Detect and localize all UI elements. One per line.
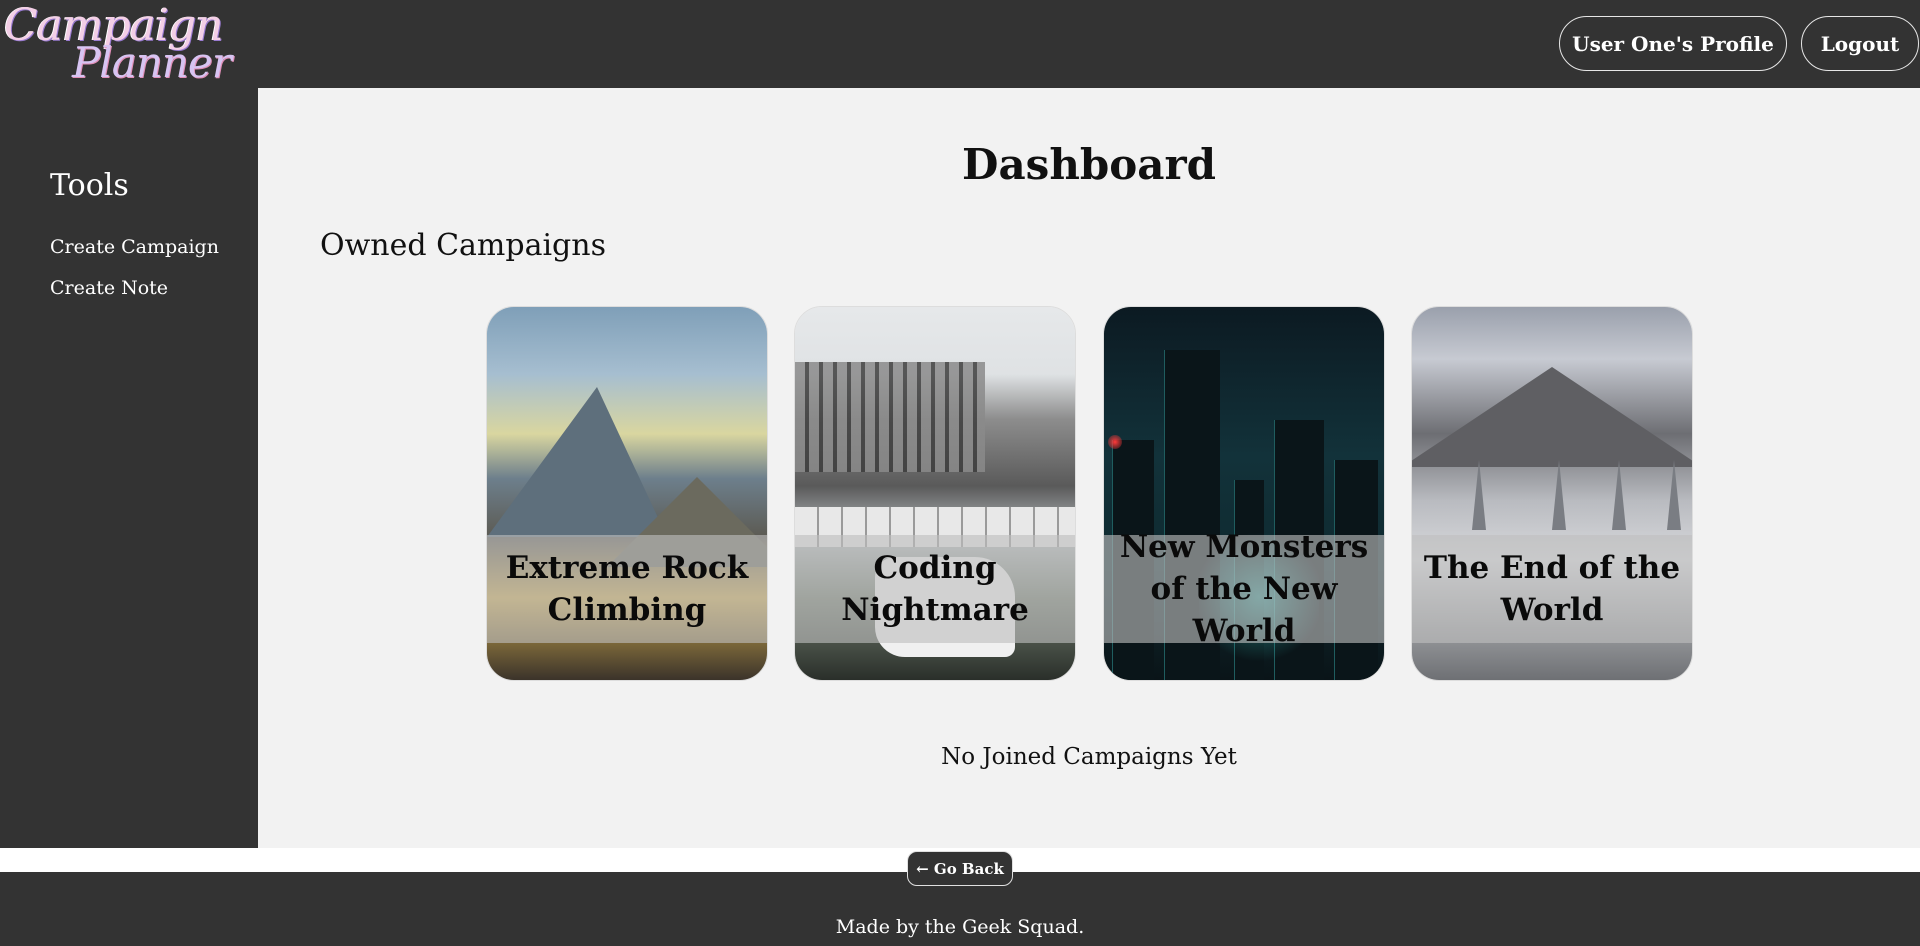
top-header: Campaign Planner User One's Profile Logo… — [0, 0, 1920, 88]
owned-campaigns-heading: Owned Campaigns — [320, 228, 606, 263]
campaign-card[interactable]: Coding Nightmare — [794, 306, 1076, 681]
campaign-title: The End of the World — [1412, 535, 1692, 643]
go-back-button[interactable]: ← Go Back — [907, 851, 1013, 886]
profile-button[interactable]: User One's Profile — [1559, 16, 1787, 71]
logo-text-line2: Planner — [72, 38, 232, 87]
logout-button[interactable]: Logout — [1801, 16, 1919, 71]
sidebar-link-create-campaign[interactable]: Create Campaign — [50, 236, 219, 258]
no-joined-campaigns-message: No Joined Campaigns Yet — [941, 744, 1237, 770]
campaign-title: New Monsters of the New World — [1104, 529, 1384, 649]
footer-credit: Made by the Geek Squad. — [835, 916, 1085, 938]
campaign-card[interactable]: New Monsters of the New World — [1103, 306, 1385, 681]
campaign-title: Coding Nightmare — [795, 535, 1075, 643]
campaign-card[interactable]: The End of the World — [1411, 306, 1693, 681]
campaign-title: Extreme Rock Climbing — [487, 535, 767, 643]
campaign-card[interactable]: Extreme Rock Climbing — [486, 306, 768, 681]
app-logo[interactable]: Campaign Planner — [2, 0, 232, 88]
page-title: Dashboard — [962, 140, 1216, 189]
sidebar-link-create-note[interactable]: Create Note — [50, 277, 168, 299]
sidebar: Tools Create Campaign Create Note — [0, 88, 258, 848]
sidebar-title: Tools — [50, 168, 129, 203]
main-content: Dashboard Owned Campaigns Extreme Rock C… — [258, 88, 1920, 848]
